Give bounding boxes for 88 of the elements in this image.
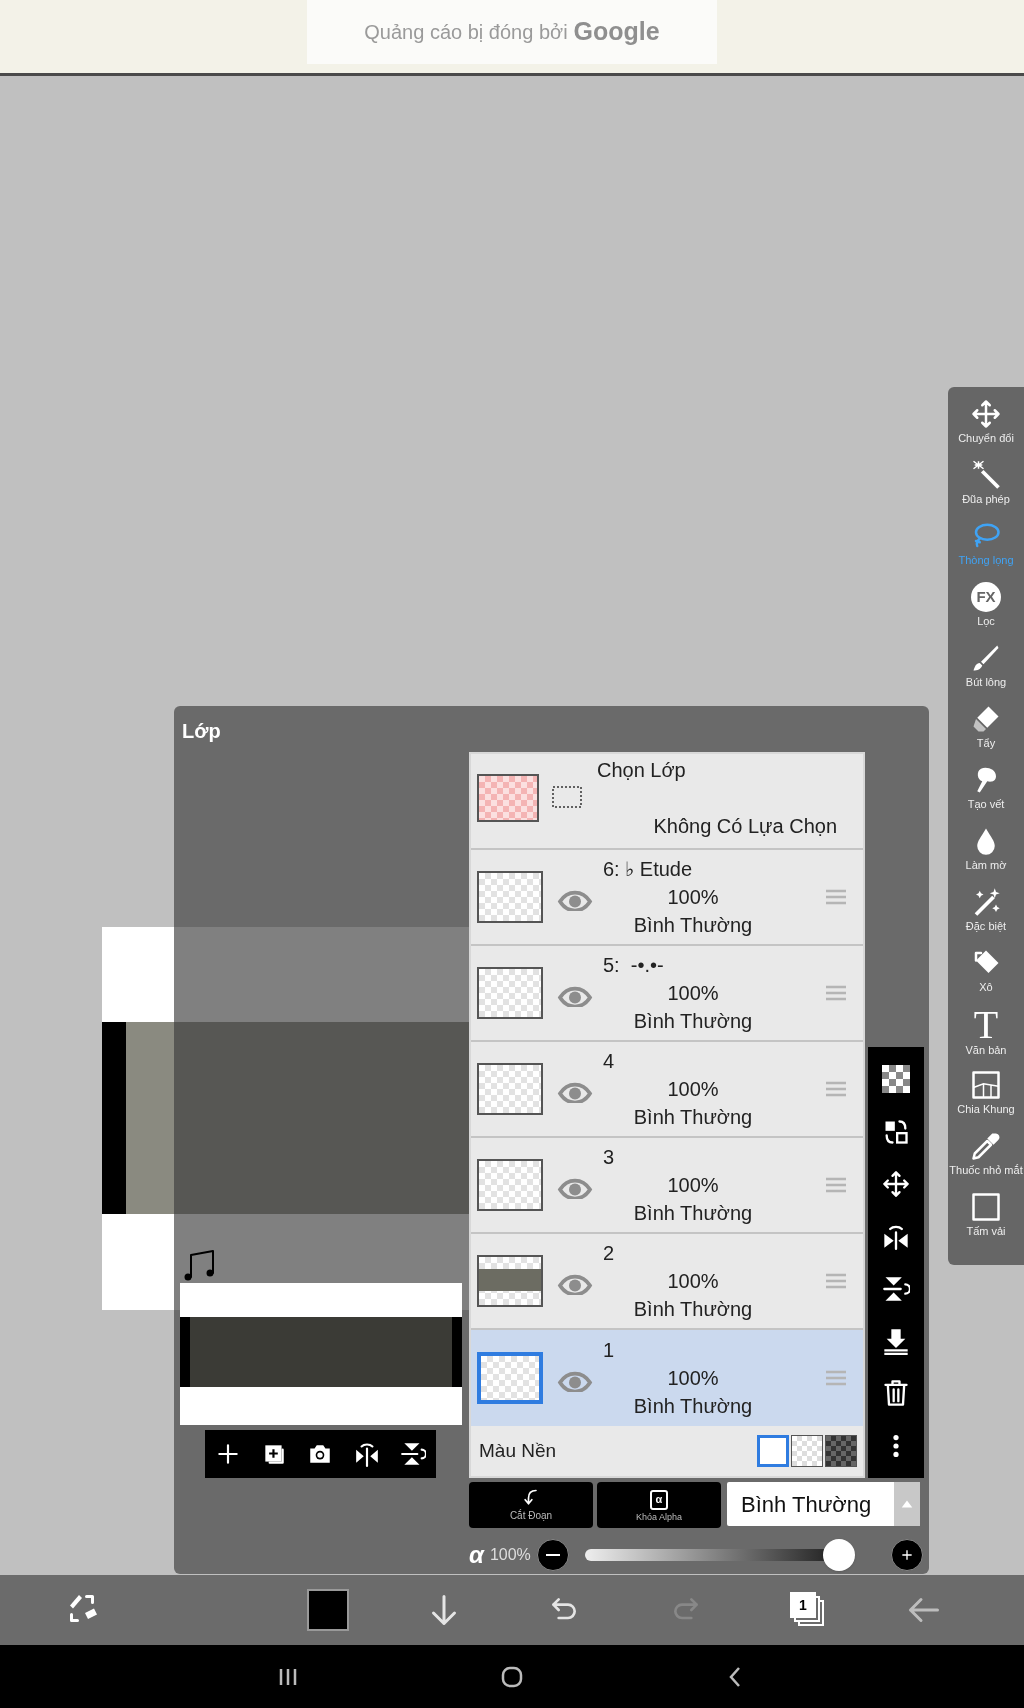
layer-thumbnail (477, 1063, 543, 1115)
selection-layer-title: Chọn Lớp (597, 758, 687, 783)
layer-blend-mode: Bình Thường (633, 1297, 753, 1322)
alpha-lock-button[interactable]: α Khóa Alpha (597, 1482, 721, 1528)
home-button[interactable] (500, 1664, 524, 1689)
selection-status: Không Có Lựa Chọn (652, 814, 837, 839)
background-swatch[interactable] (825, 1435, 857, 1467)
layer-name: 4 (603, 1049, 615, 1074)
background-swatch[interactable] (757, 1435, 789, 1467)
layer-thumbnail (477, 1159, 543, 1211)
drag-handle-icon (823, 1176, 849, 1194)
more-icon (893, 1434, 899, 1457)
layer-blend-mode: Bình Thường (633, 1105, 753, 1130)
plus-icon (899, 1547, 915, 1563)
tool-button[interactable]: T Văn bản (950, 1009, 1022, 1070)
flip-vertical-icon (882, 1274, 910, 1303)
layers-button[interactable]: 1 (788, 1590, 828, 1630)
layer-blend-mode: Bình Thường (633, 1201, 753, 1226)
layer-opacity: 100% (667, 981, 719, 1006)
tool-button[interactable]: Tấm vải (950, 1192, 1022, 1253)
fx-icon: FX (971, 582, 1001, 612)
text-tool-icon: T (973, 1009, 999, 1041)
tool-button[interactable]: FX Lọc (950, 582, 1022, 643)
square-canvas-icon (971, 1192, 1001, 1222)
move-icon (882, 1169, 910, 1198)
layer-name: 2 (603, 1241, 615, 1266)
layer-blend-mode: Bình Thường (633, 1009, 753, 1034)
layer-opacity: 100% (667, 1077, 719, 1102)
layer-opacity: 100% (667, 885, 719, 910)
slider-thumb[interactable] (822, 1539, 855, 1571)
eyedropper-icon (971, 1131, 1001, 1161)
google-wordmark: Google (573, 16, 660, 48)
background-swatch[interactable] (791, 1435, 823, 1467)
blend-mode-dropdown[interactable]: Bình Thường (727, 1482, 920, 1526)
flip-horizontal-icon (353, 1441, 380, 1467)
layer-row[interactable]: 1 100% Bình Thường (471, 1330, 863, 1426)
layer-name: 5: -•.•- (603, 953, 664, 978)
checker-button[interactable] (880, 1063, 912, 1096)
lock-icon: α (650, 1489, 668, 1510)
magic-wand-icon (971, 460, 1001, 490)
trash-icon (882, 1379, 910, 1408)
clipping-button[interactable]: Cắt Đoạn (469, 1482, 593, 1528)
flip-vertical-icon (399, 1441, 426, 1467)
opacity-slider[interactable] (584, 1539, 855, 1571)
drag-handle-icon (823, 1272, 849, 1290)
tool-button[interactable]: Chuyển đổi (950, 399, 1022, 460)
drag-handle-icon (823, 984, 849, 1002)
minus-icon (545, 1554, 560, 1556)
panel-title: Lớp (182, 719, 221, 744)
layer-opacity: 100% (667, 1173, 719, 1198)
layer-blend-mode: Bình Thường (633, 1394, 753, 1419)
selection-thumbnail (477, 774, 539, 822)
tool-button[interactable]: Tẩy (950, 704, 1022, 765)
tool-button[interactable]: Đặc biệt (950, 887, 1022, 948)
layer-opacity: 100% (667, 1366, 719, 1391)
decrease-opacity-button[interactable] (536, 1539, 569, 1571)
eraser-icon (971, 704, 1001, 734)
checker-icon (882, 1065, 910, 1094)
ad-closed-text: Quảng cáo bị đóng bởi (364, 20, 568, 45)
home-icon (500, 1664, 524, 1689)
tool-button[interactable]: Làm mờ (950, 826, 1022, 887)
layer-opacity: 100% (667, 1269, 719, 1294)
increase-opacity-button[interactable] (891, 1539, 923, 1571)
tool-button[interactable]: Chia Khung (950, 1070, 1022, 1131)
move-arrows-icon (971, 399, 1001, 429)
dotted-selection-icon (551, 785, 583, 809)
drag-handle-icon (823, 1080, 849, 1098)
color-swatch[interactable] (307, 1589, 349, 1631)
drag-handle-icon (823, 888, 849, 906)
alpha-symbol: α (469, 1543, 484, 1567)
layer-name: 6: ♭ Etude (603, 857, 693, 882)
brush-icon (971, 643, 1001, 673)
tool-button[interactable]: Đũa phép (950, 460, 1022, 521)
opacity-reading: 100% (489, 1545, 531, 1565)
tool-button[interactable]: Thuốc nhỏ mắt (950, 1131, 1022, 1192)
layer-blend-mode: Bình Thường (633, 913, 753, 938)
tool-button[interactable]: Xô (950, 948, 1022, 1009)
layer-name: 3 (603, 1145, 615, 1170)
tool-button[interactable]: Tạo vết (950, 765, 1022, 826)
layer-thumbnail (477, 967, 543, 1019)
layer-thumbnail (477, 871, 543, 923)
drag-handle-icon (823, 1369, 849, 1387)
merge-down-icon (882, 1327, 910, 1356)
layer-name: 1 (603, 1338, 615, 1363)
layer-thumbnail (477, 1255, 543, 1307)
tool-button[interactable]: Bút lông (950, 643, 1022, 704)
layer-thumbnail (477, 1352, 543, 1404)
background-color-label: Màu Nền (479, 1438, 558, 1463)
